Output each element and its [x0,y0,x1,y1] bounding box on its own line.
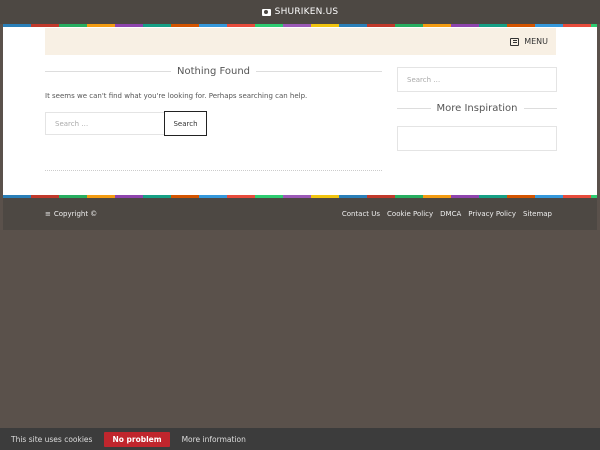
copyright-icon: ≡ [45,210,51,218]
search-input[interactable]: Search … [45,112,165,135]
top-bar: SHURIKEN.US [0,0,600,24]
title-divider-right [256,71,383,72]
copyright-text: Copyright © [53,210,98,218]
more-inspiration-title: More Inspiration [397,103,557,114]
menu-button[interactable]: MENU [524,37,548,46]
cookie-more-info-link[interactable]: More information [182,435,246,444]
search-button[interactable]: Search [164,111,207,136]
footer-link-dmca[interactable]: DMCA [440,210,461,218]
content-wrapper: MENU Nothing Found It seems we can't fin… [3,24,597,198]
not-found-message: It seems we can't find what you're looki… [45,92,308,100]
nothing-found-heading: Nothing Found [176,66,251,77]
page-title: Nothing Found [45,66,383,77]
copyright: ≡ Copyright © [45,210,97,218]
footer-link-sitemap[interactable]: Sitemap [523,210,552,218]
title-divider-left [45,71,171,72]
footer-link-cookie-policy[interactable]: Cookie Policy [387,210,433,218]
title-divider-left [397,108,431,109]
color-stripe-top [3,24,597,27]
dotted-divider [45,170,382,171]
camera-icon [261,8,271,16]
site-name[interactable]: SHURIKEN.US [275,7,339,17]
menu-icon[interactable] [510,37,520,46]
sidebar-search-input[interactable]: Search … [397,67,557,92]
menu-bar: MENU [45,28,556,55]
footer-link-contact[interactable]: Contact Us [342,210,380,218]
cookie-message: This site uses cookies [11,434,93,444]
cookie-bar: This site uses cookies No problem More i… [0,428,600,450]
footer-link-privacy[interactable]: Privacy Policy [468,210,516,218]
title-divider-right [523,108,557,109]
footer-links: Contact Us Cookie Policy DMCA Privacy Po… [342,210,552,218]
cookie-accept-button[interactable]: No problem [104,431,170,447]
inspiration-box [397,126,557,151]
footer: ≡ Copyright © Contact Us Cookie Policy D… [3,198,597,230]
more-inspiration-heading: More Inspiration [436,103,518,114]
